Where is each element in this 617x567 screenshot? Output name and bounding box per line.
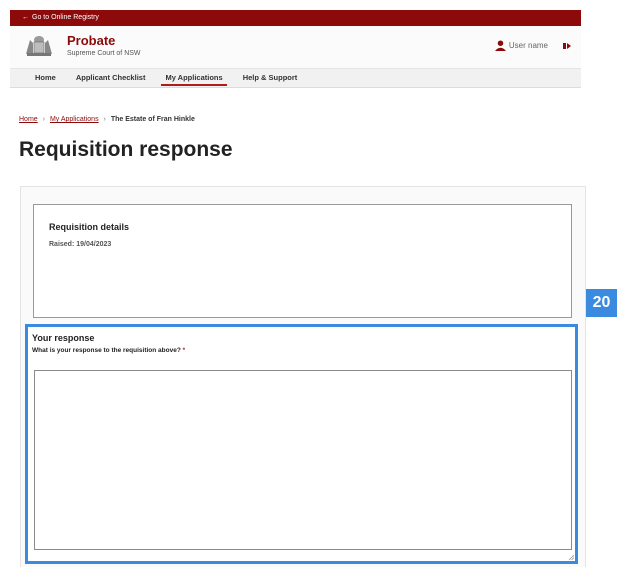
response-textarea[interactable] bbox=[34, 370, 572, 550]
registry-topbar: ← Go to Online Registry bbox=[10, 10, 581, 26]
user-icon bbox=[494, 40, 506, 51]
requisition-details-card: Requisition details Raised: 19/04/2023 bbox=[33, 204, 572, 318]
breadcrumb-applications-link[interactable]: My Applications bbox=[50, 116, 99, 123]
page-title: Requisition response bbox=[19, 138, 233, 161]
required-marker: * bbox=[182, 347, 186, 354]
site-header: Probate Supreme Court of NSW User name bbox=[10, 26, 581, 69]
response-question-text: What is your response to the requisition… bbox=[32, 347, 181, 354]
nav-my-applications[interactable]: My Applications bbox=[155, 69, 232, 87]
main-nav: Home Applicant Checklist My Applications… bbox=[10, 69, 581, 88]
breadcrumb-current: The Estate of Fran Hinkle bbox=[110, 116, 195, 123]
breadcrumb-separator: › bbox=[42, 116, 45, 123]
response-question-label: What is your response to the requisition… bbox=[32, 347, 185, 354]
nav-home[interactable]: Home bbox=[10, 69, 66, 87]
response-title: Your response bbox=[32, 333, 95, 343]
go-to-registry-label: Go to Online Registry bbox=[32, 14, 99, 21]
logout-icon[interactable] bbox=[563, 42, 571, 50]
requisition-details-title: Requisition details bbox=[49, 222, 130, 232]
your-response-section: Your response What is your response to t… bbox=[25, 324, 578, 564]
user-name: User name bbox=[508, 41, 548, 50]
go-to-registry-link[interactable]: ← Go to Online Registry bbox=[22, 10, 99, 26]
breadcrumb-separator: › bbox=[103, 116, 106, 123]
breadcrumb: Home › My Applications › The Estate of F… bbox=[19, 116, 195, 123]
arrow-left-icon: ← bbox=[22, 14, 29, 21]
resize-grip-icon[interactable] bbox=[568, 554, 574, 560]
nav-applicant-checklist[interactable]: Applicant Checklist bbox=[66, 69, 156, 87]
brand-subtitle: Supreme Court of NSW bbox=[67, 50, 141, 57]
nav-help-support[interactable]: Help & Support bbox=[233, 69, 308, 87]
brand-title: Probate bbox=[67, 33, 116, 48]
requisition-raised-date: Raised: 19/04/2023 bbox=[49, 241, 112, 248]
user-menu[interactable]: User name bbox=[494, 40, 571, 51]
coat-of-arms-logo bbox=[26, 36, 52, 56]
breadcrumb-home-link[interactable]: Home bbox=[19, 116, 38, 123]
step-number-badge: 20 bbox=[586, 289, 617, 317]
